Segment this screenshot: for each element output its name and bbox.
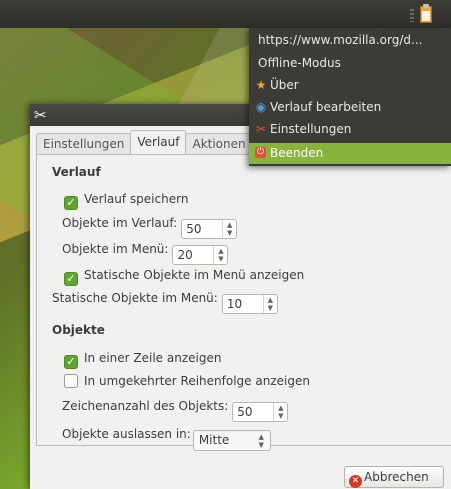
history-icon: ◉: [255, 100, 267, 114]
panel-grip-icon: [410, 9, 414, 22]
tools-icon: ✂: [34, 106, 47, 124]
spinner-arrows-icon[interactable]: ▲ ▼: [213, 246, 227, 264]
clipboard-icon[interactable]: [420, 4, 432, 23]
power-icon: ⏻: [255, 147, 266, 158]
spinner-arrows-icon[interactable]: ▲ ▼: [262, 295, 277, 313]
settings-tools-icon: ✂: [255, 122, 267, 136]
show-static-label: Statische Objekte im Menü anzeigen: [84, 268, 305, 282]
tab-panel-verlauf: Verlauf ✓ Verlauf speichern Objekte im Ve…: [36, 154, 451, 451]
items-in-menu-row: Objekte im Menü: 20 ▲ ▼: [62, 242, 229, 265]
select-arrows-icon: ▲ ▼: [258, 433, 264, 449]
cancel-button[interactable]: ✕ Abbrechen: [344, 466, 444, 488]
tab-verlauf[interactable]: Verlauf: [130, 130, 187, 154]
cancel-label: Abbrechen: [364, 470, 429, 484]
tab-einstellungen[interactable]: Einstellungen: [36, 133, 132, 154]
items-in-history-row: Objekte im Verlauf: 50 ▲ ▼: [62, 216, 238, 239]
single-line-row[interactable]: ✓ In einer Zeile anzeigen: [64, 351, 221, 369]
reverse-order-label: In umgekehrter Reihenfolge anzeigen: [84, 374, 310, 388]
section-heading-verlauf: Verlauf: [52, 165, 101, 179]
indicator-dropdown-menu: https://www.mozilla.org/d... Offline-Mod…: [249, 28, 451, 166]
char-count-spinner[interactable]: 50 ▲ ▼: [232, 402, 289, 422]
omit-label: Objekte auslassen in:: [62, 427, 191, 441]
single-line-label: In einer Zeile anzeigen: [84, 351, 222, 365]
menu-item-settings[interactable]: ✂ Einstellungen: [249, 119, 451, 140]
char-count-label: Zeichenanzahl des Objekts:: [62, 399, 229, 413]
top-panel: [0, 0, 451, 28]
reverse-order-checkbox[interactable]: [64, 374, 78, 388]
static-items-spinner[interactable]: 10 ▲ ▼: [221, 294, 278, 314]
show-static-checkbox[interactable]: ✓: [64, 272, 78, 286]
cancel-icon: ✕: [349, 475, 362, 488]
omit-position-select[interactable]: Mitte ▲ ▼: [192, 430, 271, 451]
section-heading-objekte: Objekte: [52, 323, 105, 337]
menu-item-quit[interactable]: ⏻ Beenden: [249, 143, 451, 164]
star-icon: ★: [255, 78, 267, 92]
static-items-row: Statische Objekte im Menü: 10 ▲ ▼: [52, 291, 278, 314]
spinner-arrows-icon[interactable]: ▲ ▼: [222, 220, 236, 238]
save-history-label: Verlauf speichern: [84, 192, 189, 206]
omit-row: Objekte auslassen in: Mitte ▲ ▼: [62, 427, 271, 451]
tab-bar: Einstellungen Verlauf Aktionen: [36, 130, 253, 154]
menu-item-about[interactable]: ★ Über: [249, 75, 451, 96]
menu-item-offline-mode[interactable]: Offline-Modus: [249, 53, 451, 74]
char-count-row: Zeichenanzahl des Objekts: 50 ▲ ▼: [62, 399, 289, 422]
clipboard-indicator[interactable]: [410, 4, 440, 24]
items-in-history-spinner[interactable]: 50 ▲ ▼: [181, 219, 238, 239]
items-in-menu-label: Objekte im Menü:: [62, 242, 169, 256]
reverse-order-row[interactable]: In umgekehrter Reihenfolge anzeigen: [64, 374, 310, 388]
items-in-menu-spinner[interactable]: 20 ▲ ▼: [172, 245, 229, 265]
single-line-checkbox[interactable]: ✓: [64, 355, 78, 369]
show-static-row[interactable]: ✓ Statische Objekte im Menü anzeigen: [64, 268, 304, 286]
spinner-arrows-icon[interactable]: ▲ ▼: [273, 403, 287, 421]
menu-item-edit-history[interactable]: ◉ Verlauf bearbeiten: [249, 97, 451, 118]
items-in-history-label: Objekte im Verlauf:: [62, 216, 178, 230]
static-items-label: Statische Objekte im Menü:: [52, 291, 218, 305]
save-history-row[interactable]: ✓ Verlauf speichern: [64, 192, 188, 210]
tab-aktionen[interactable]: Aktionen: [185, 133, 253, 154]
menu-item-url[interactable]: https://www.mozilla.org/d...: [249, 30, 451, 51]
save-history-checkbox[interactable]: ✓: [64, 196, 78, 210]
